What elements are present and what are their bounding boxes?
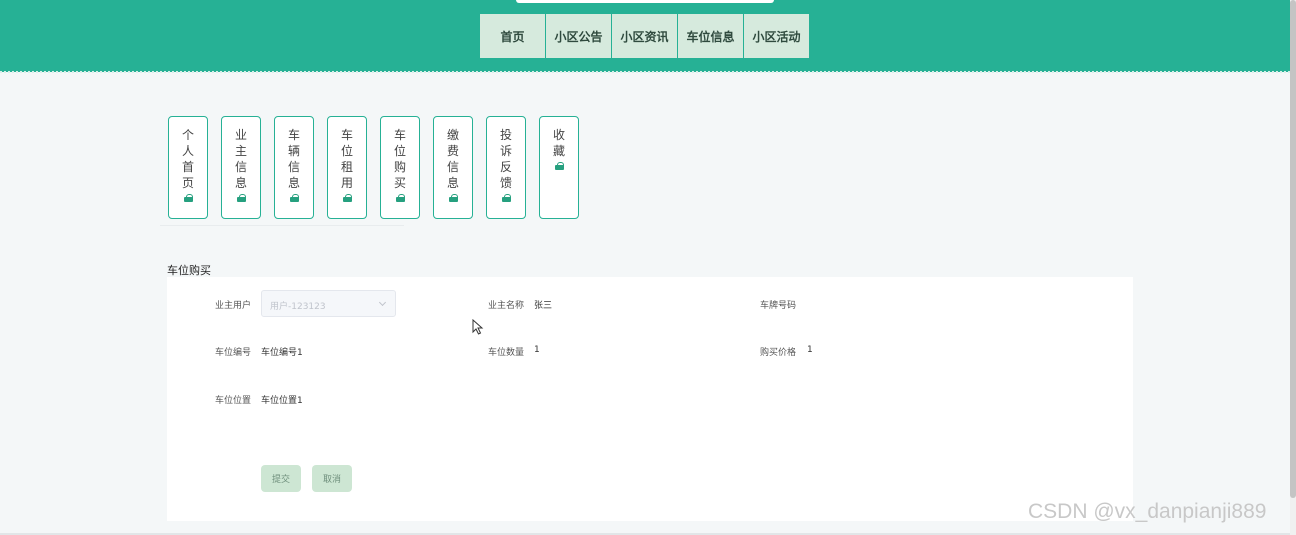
scrollbar[interactable] <box>1290 0 1296 535</box>
home-icon <box>183 194 193 202</box>
chevron-down-icon <box>378 298 387 307</box>
tab-label: 收藏 <box>552 128 565 158</box>
price-value: 1 <box>807 345 813 355</box>
tab-owner-info[interactable]: 业主信息 <box>221 116 261 219</box>
tab-label: 缴费信息 <box>446 128 459 190</box>
cancel-button[interactable]: 取消 <box>312 465 352 492</box>
page-title: 车位购买 <box>167 264 211 277</box>
home-icon <box>342 194 352 202</box>
nav-item-notices[interactable]: 小区公告 <box>546 14 611 58</box>
home-icon <box>554 162 564 170</box>
header-divider <box>0 71 1290 73</box>
price-label: 购买价格 <box>760 348 797 358</box>
nav-item-parking-info[interactable]: 车位信息 <box>678 14 743 58</box>
space-count-label: 车位数量 <box>488 348 525 358</box>
tab-vehicle-info[interactable]: 车辆信息 <box>274 116 314 219</box>
user-center-tabs: 个人首页 业主信息 车辆信息 车位租用 车位购买 缴费信息 投诉反馈 收藏 <box>168 116 592 219</box>
tab-label: 个人首页 <box>181 128 194 190</box>
space-no-label: 车位编号 <box>215 348 252 358</box>
search-input[interactable] <box>516 0 774 3</box>
tab-space-rental[interactable]: 车位租用 <box>327 116 367 219</box>
home-icon <box>501 194 511 202</box>
owner-user-select[interactable]: 用户-123123 <box>261 290 396 317</box>
nav-item-news[interactable]: 小区资讯 <box>612 14 677 58</box>
location-value: 车位位置1 <box>261 396 303 406</box>
watermark: CSDN @vx_danpianji889 <box>1028 500 1267 523</box>
tab-label: 投诉反馈 <box>499 128 512 190</box>
owner-name-label: 业主名称 <box>488 301 525 311</box>
tab-complaints[interactable]: 投诉反馈 <box>486 116 526 219</box>
location-label: 车位位置 <box>215 396 252 406</box>
tab-label: 车位租用 <box>340 128 353 190</box>
space-count-value: 1 <box>534 345 540 355</box>
home-icon <box>289 194 299 202</box>
home-icon <box>448 194 458 202</box>
home-icon <box>236 194 246 202</box>
tab-personal-home[interactable]: 个人首页 <box>168 116 208 219</box>
submit-button[interactable]: 提交 <box>261 465 301 492</box>
tab-payment-info[interactable]: 缴费信息 <box>433 116 473 219</box>
tabs-divider <box>160 225 404 226</box>
scrollbar-thumb[interactable] <box>1290 0 1296 498</box>
mouse-cursor-icon <box>472 319 484 335</box>
plate-label: 车牌号码 <box>760 301 797 311</box>
owner-name-value: 张三 <box>534 301 553 311</box>
main-nav: 首页 小区公告 小区资讯 车位信息 小区活动 <box>480 14 810 58</box>
purchase-form: 业主用户 用户-123123 业主名称 张三 车牌号码 车位编号 车位编号1 车… <box>167 277 1133 521</box>
tab-label: 车辆信息 <box>287 128 300 190</box>
nav-item-activities[interactable]: 小区活动 <box>744 14 809 58</box>
tab-favorites[interactable]: 收藏 <box>539 116 579 219</box>
home-icon <box>395 194 405 202</box>
tab-label: 业主信息 <box>234 128 247 190</box>
owner-user-placeholder: 用户-123123 <box>270 302 326 312</box>
tab-label: 车位购买 <box>393 128 406 190</box>
owner-user-label: 业主用户 <box>215 301 252 311</box>
space-no-value: 车位编号1 <box>261 348 303 358</box>
nav-item-home[interactable]: 首页 <box>480 14 545 58</box>
tab-space-purchase[interactable]: 车位购买 <box>380 116 420 219</box>
